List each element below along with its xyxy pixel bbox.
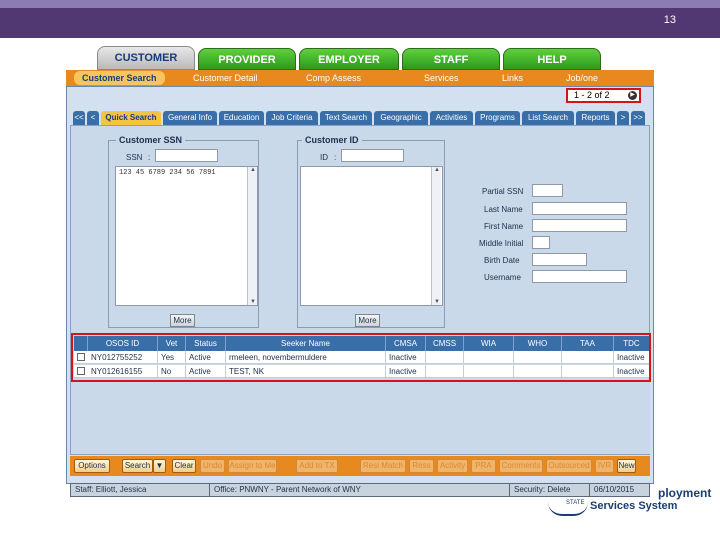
chevron-down-icon: ▼ xyxy=(155,461,164,470)
last-name-label: Last Name xyxy=(484,205,523,214)
outsourced-button: Outsourced xyxy=(546,459,592,473)
logo-text-line2: Services System xyxy=(590,500,678,512)
ssn-list-textarea[interactable]: 123 45 6789 234 56 7891 xyxy=(115,166,258,306)
tab-list-search[interactable]: List Search xyxy=(522,111,574,125)
tab-job-criteria[interactable]: Job Criteria xyxy=(266,111,318,125)
id-input[interactable] xyxy=(341,149,404,162)
subnav-customer-search[interactable]: Customer Search xyxy=(74,71,165,85)
slide-header-accent xyxy=(0,0,720,8)
subnav-services[interactable]: Services xyxy=(424,71,459,85)
status-office: Office: PNWNY - Parent Network of WNY xyxy=(210,484,510,496)
scroll-down-icon[interactable]: ▼ xyxy=(248,299,258,305)
username-input[interactable] xyxy=(532,270,627,283)
tab-text-search[interactable]: Text Search xyxy=(320,111,372,125)
partial-ssn-input[interactable] xyxy=(532,184,563,197)
last-name-input[interactable] xyxy=(532,202,627,215)
ssn-list-scrollbar[interactable]: ▲ ▼ xyxy=(247,167,257,305)
partial-ssn-label: Partial SSN xyxy=(482,187,524,196)
options-button[interactable]: Options xyxy=(74,459,110,473)
scroll-down-icon[interactable]: ▼ xyxy=(432,299,442,305)
tab-geographic[interactable]: Geographic xyxy=(374,111,428,125)
tab-prev[interactable]: < xyxy=(87,111,99,125)
subnav-comp-assess[interactable]: Comp Assess xyxy=(306,71,361,85)
tab-programs[interactable]: Programs xyxy=(475,111,520,125)
id-colon: : xyxy=(334,153,337,162)
tab-employer[interactable]: EMPLOYER xyxy=(299,48,399,70)
slide-number: 13 xyxy=(663,14,676,26)
comments-button: Comments xyxy=(499,459,543,473)
ress-button: Ress xyxy=(409,459,434,473)
search-dropdown-button[interactable]: ▼ xyxy=(153,459,166,473)
ssn-more-button[interactable]: More xyxy=(170,314,195,327)
resi-match-button: Resi Match xyxy=(360,459,406,473)
id-list-textarea[interactable] xyxy=(300,166,443,306)
new-button[interactable]: New xyxy=(617,459,636,473)
first-name-label: First Name xyxy=(484,222,524,231)
tab-general-info[interactable]: General Info xyxy=(163,111,217,125)
scroll-up-icon[interactable]: ▲ xyxy=(248,167,258,173)
id-list-scrollbar[interactable]: ▲ ▼ xyxy=(431,167,441,305)
clear-button[interactable]: Clear xyxy=(172,459,196,473)
middle-initial-label: Middle Initial xyxy=(479,239,524,248)
birth-date-input[interactable] xyxy=(532,253,587,266)
username-label: Username xyxy=(484,273,521,282)
tab-next[interactable]: > xyxy=(617,111,629,125)
first-name-input[interactable] xyxy=(532,219,627,232)
subnav-links[interactable]: Links xyxy=(502,71,523,85)
results-highlight-box xyxy=(71,333,651,382)
scroll-up-icon[interactable]: ▲ xyxy=(432,167,442,173)
ssn-input[interactable] xyxy=(155,149,218,162)
ssn-label: SSN xyxy=(126,153,143,162)
tab-customer[interactable]: CUSTOMER xyxy=(97,46,195,70)
tab-quick-search[interactable]: Quick Search xyxy=(101,111,161,125)
customer-id-legend: Customer ID xyxy=(302,135,362,145)
tab-reports[interactable]: Reports xyxy=(576,111,615,125)
tab-last[interactable]: >> xyxy=(631,111,645,125)
tab-help[interactable]: HELP xyxy=(503,48,601,70)
subnav-jobone[interactable]: Job/one xyxy=(566,71,598,85)
status-date: 06/10/2015 xyxy=(594,485,635,494)
tab-provider[interactable]: PROVIDER xyxy=(198,48,296,70)
assign-to-me-button: Assign to Me xyxy=(228,459,277,473)
tab-education[interactable]: Education xyxy=(219,111,264,125)
search-button[interactable]: Search xyxy=(122,459,153,473)
pager-text: 1 - 2 of 2 xyxy=(574,90,610,100)
status-security: Security: Delete xyxy=(510,484,590,496)
ivr-button: IVR xyxy=(595,459,614,473)
activity-button: Activity xyxy=(437,459,468,473)
subnav-customer-detail[interactable]: Customer Detail xyxy=(193,71,258,85)
middle-initial-input[interactable] xyxy=(532,236,550,249)
results-grid-empty-area xyxy=(74,382,650,454)
add-to-tx-button: Add to TX xyxy=(296,459,338,473)
birth-date-label: Birth Date xyxy=(484,256,520,265)
tab-activities[interactable]: Activities xyxy=(430,111,473,125)
tab-first[interactable]: << xyxy=(73,111,85,125)
next-page-icon[interactable]: ▶ xyxy=(628,91,637,100)
undo-button: Undo xyxy=(200,459,225,473)
status-staff: Staff: Elliott, Jessica xyxy=(71,484,210,496)
pra-button: PRA xyxy=(471,459,496,473)
ssn-colon: : xyxy=(148,153,151,162)
logo-text-line1: ployment xyxy=(658,486,712,500)
customer-ssn-legend: Customer SSN xyxy=(116,135,186,145)
logo-state-text: STATE xyxy=(566,500,585,506)
id-more-button[interactable]: More xyxy=(355,314,380,327)
tab-staff[interactable]: STAFF xyxy=(402,48,500,70)
pager-box: 1 - 2 of 2 ▶ xyxy=(566,88,641,103)
id-label: ID xyxy=(320,153,328,162)
